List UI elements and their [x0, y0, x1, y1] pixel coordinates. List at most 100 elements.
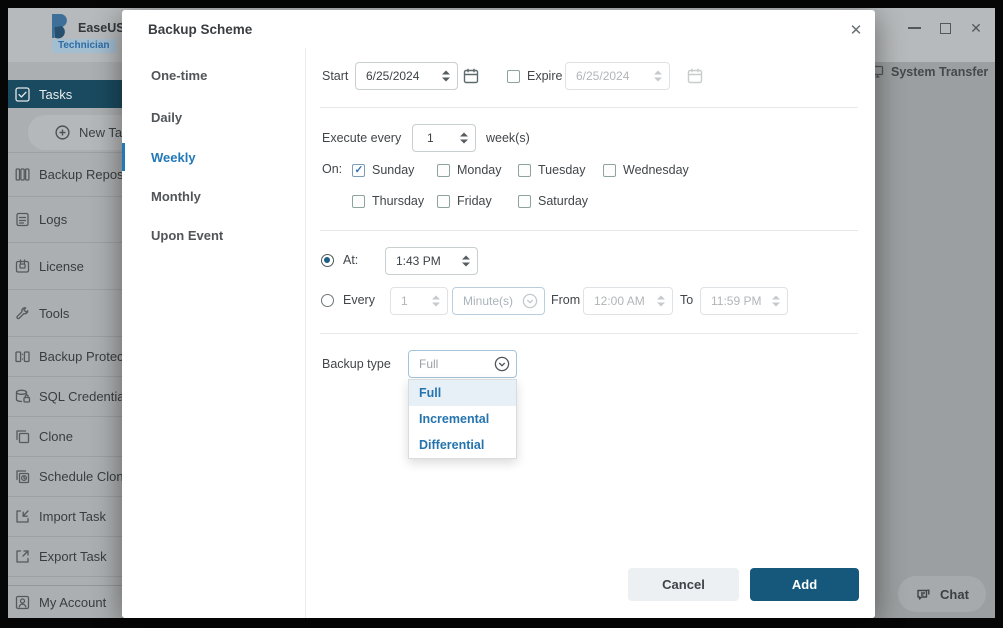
at-radio[interactable] — [321, 254, 334, 267]
every-label: Every — [343, 293, 375, 307]
expire-label: Expire — [527, 69, 563, 83]
interval-unit-value: Minute(s) — [463, 294, 514, 308]
start-label: Start — [322, 69, 349, 83]
sidebar-item-schedule-clone[interactable]: Schedule Clone — [8, 457, 122, 497]
chat-bubble-icon — [917, 589, 930, 600]
dialog-title: Backup Scheme — [148, 22, 253, 37]
sidebar-item-label: Schedule Clone — [39, 469, 122, 484]
maximize-icon — [939, 22, 951, 34]
chat-label: Chat — [940, 586, 969, 602]
sidebar-item-backup-repository[interactable]: Backup Repos — [8, 152, 122, 197]
sidebar-item-tools[interactable]: Tools — [8, 290, 122, 337]
sidebar-item-label: Backup Protect — [39, 349, 122, 364]
sidebar-item-backup-protect[interactable]: Backup Protect — [8, 337, 122, 377]
sql-credentials-icon — [15, 389, 31, 403]
backup-type-value: Full — [419, 357, 439, 371]
every-radio[interactable] — [321, 294, 334, 307]
weekday-label-sunday: Sunday — [372, 163, 415, 177]
sidebar: Tasks New Task Backup Repos Logs License… — [8, 62, 136, 619]
application-window: EaseUS Todo Technician ✕ Tasks New Task … — [0, 0, 1003, 628]
sidebar-item-logs[interactable]: Logs — [8, 197, 122, 243]
backup-type-option-full[interactable]: Full — [409, 380, 516, 406]
window-minimize-button[interactable] — [903, 17, 925, 39]
easeus-logo-icon — [52, 14, 67, 39]
chevron-down-circle-icon — [522, 293, 538, 309]
sidebar-item-my-account[interactable]: My Account — [8, 585, 122, 619]
scheme-tab-upon-event[interactable]: Upon Event — [151, 220, 223, 250]
expire-calendar-icon — [687, 68, 703, 84]
backup-type-option-differential[interactable]: Differential — [409, 432, 516, 458]
from-time-stepper — [657, 295, 665, 307]
scheme-tab-one-time[interactable]: One-time — [151, 60, 207, 90]
sidebar-item-license[interactable]: License — [8, 243, 122, 290]
expire-checkbox[interactable] — [507, 70, 520, 83]
week-interval-input[interactable]: 1 — [412, 124, 476, 152]
at-time-input[interactable]: 1:43 PM — [385, 247, 478, 275]
to-label: To — [680, 293, 694, 307]
sidebar-item-label: Logs — [39, 212, 68, 227]
week-interval-stepper[interactable] — [460, 132, 468, 144]
start-date-stepper[interactable] — [442, 70, 450, 82]
weekday-checkbox-friday[interactable] — [437, 195, 450, 208]
scheme-tab-monthly[interactable]: Monthly — [151, 181, 201, 211]
sidebar-item-export-task[interactable]: Export Task — [8, 537, 122, 577]
weekday-label-saturday: Saturday — [538, 194, 589, 208]
from-label: From — [551, 293, 581, 307]
sidebar-item-clone[interactable]: Clone — [8, 417, 122, 457]
weekday-checkbox-sunday[interactable] — [352, 164, 365, 177]
sidebar-item-import-task[interactable]: Import Task — [8, 497, 122, 537]
minimize-icon — [907, 27, 921, 29]
weekday-checkbox-thursday[interactable] — [352, 195, 365, 208]
tools-wrench-icon — [16, 306, 29, 319]
section-divider — [320, 107, 858, 108]
weekday-label-tuesday: Tuesday — [538, 163, 586, 177]
chat-button[interactable]: Chat — [898, 576, 986, 612]
at-time-stepper[interactable] — [462, 255, 470, 267]
sidebar-item-sql-credentials[interactable]: SQL Credentials — [8, 377, 122, 417]
active-tab-indicator — [122, 143, 125, 171]
weekday-checkbox-saturday[interactable] — [518, 195, 531, 208]
section-divider — [320, 333, 858, 334]
repository-icon — [15, 167, 30, 181]
backup-type-label: Backup type — [322, 357, 391, 371]
scheme-tab-daily[interactable]: Daily — [151, 102, 182, 132]
backup-type-select[interactable]: Full — [408, 350, 517, 378]
sidebar-item-label: My Account — [39, 595, 107, 610]
sidebar-item-label: Backup Repos — [39, 166, 122, 182]
weekday-checkbox-monday[interactable] — [437, 164, 450, 177]
window-close-button[interactable]: ✕ — [965, 17, 987, 39]
window-maximize-button[interactable] — [934, 17, 956, 39]
weekday-label-thursday: Thursday — [372, 194, 425, 208]
weekday-checkbox-wednesday[interactable] — [603, 164, 616, 177]
expire-date-input[interactable]: 6/25/2024 — [565, 62, 670, 90]
backup-type-option-incremental[interactable]: Incremental — [409, 406, 516, 432]
weekday-checkbox-tuesday[interactable] — [518, 164, 531, 177]
start-calendar-icon[interactable] — [462, 67, 480, 85]
on-label: On: — [322, 162, 343, 176]
clone-icon — [16, 430, 30, 444]
sidebar-item-tasks[interactable]: Tasks — [8, 80, 122, 108]
dialog-close-button[interactable]: ✕ — [844, 18, 868, 42]
backup-protect-icon — [15, 351, 30, 363]
add-button[interactable]: Add — [750, 568, 859, 601]
sidebar-item-label: License — [39, 258, 84, 274]
weekday-label-wednesday: Wednesday — [623, 163, 689, 177]
interval-count-value: 1 — [401, 294, 408, 308]
to-time-input[interactable]: 11:59 PM — [700, 287, 788, 315]
execute-every-label: Execute every — [322, 131, 402, 145]
sidebar-item-label: Tasks — [39, 86, 73, 102]
interval-unit-select[interactable]: Minute(s) — [452, 287, 545, 315]
sidebar-item-label: SQL Credentials — [39, 389, 122, 404]
scheme-tab-weekly[interactable]: Weekly — [151, 142, 196, 172]
interval-count-input[interactable]: 1 — [390, 287, 448, 315]
from-time-input[interactable]: 12:00 AM — [583, 287, 673, 315]
section-divider — [320, 230, 858, 231]
from-time-value: 12:00 AM — [594, 294, 645, 308]
cancel-button[interactable]: Cancel — [628, 568, 739, 601]
system-transfer-button[interactable]: System Transfer — [870, 64, 988, 79]
to-time-value: 11:59 PM — [711, 294, 762, 308]
start-date-input[interactable]: 6/25/2024 — [355, 62, 458, 90]
chevron-down-circle-icon — [494, 356, 510, 372]
new-task-button[interactable]: New Task — [28, 115, 136, 150]
weekday-label-friday: Friday — [457, 194, 492, 208]
